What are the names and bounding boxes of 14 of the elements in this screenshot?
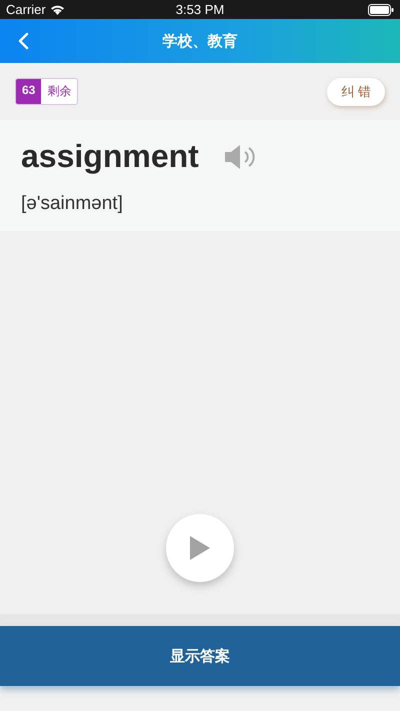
remaining-label: 剩余 — [46, 83, 72, 100]
word-text: assignment — [21, 138, 199, 175]
report-error-button[interactable]: 纠 错 — [327, 78, 385, 106]
phonetic-text: [ə'sainmənt] — [21, 193, 124, 215]
play-icon — [190, 536, 210, 560]
carrier-label: Carrier — [6, 2, 46, 17]
remaining-count: 63 — [16, 79, 42, 104]
speaker-icon[interactable] — [222, 142, 257, 170]
wifi-icon — [50, 4, 65, 15]
clock-time: 3:53 PM — [176, 2, 224, 17]
battery-icon — [368, 4, 394, 16]
nav-title: 学校、教育 — [162, 32, 238, 50]
show-answer-button[interactable]: 显示答案 — [0, 626, 400, 686]
play-button[interactable] — [166, 514, 234, 582]
